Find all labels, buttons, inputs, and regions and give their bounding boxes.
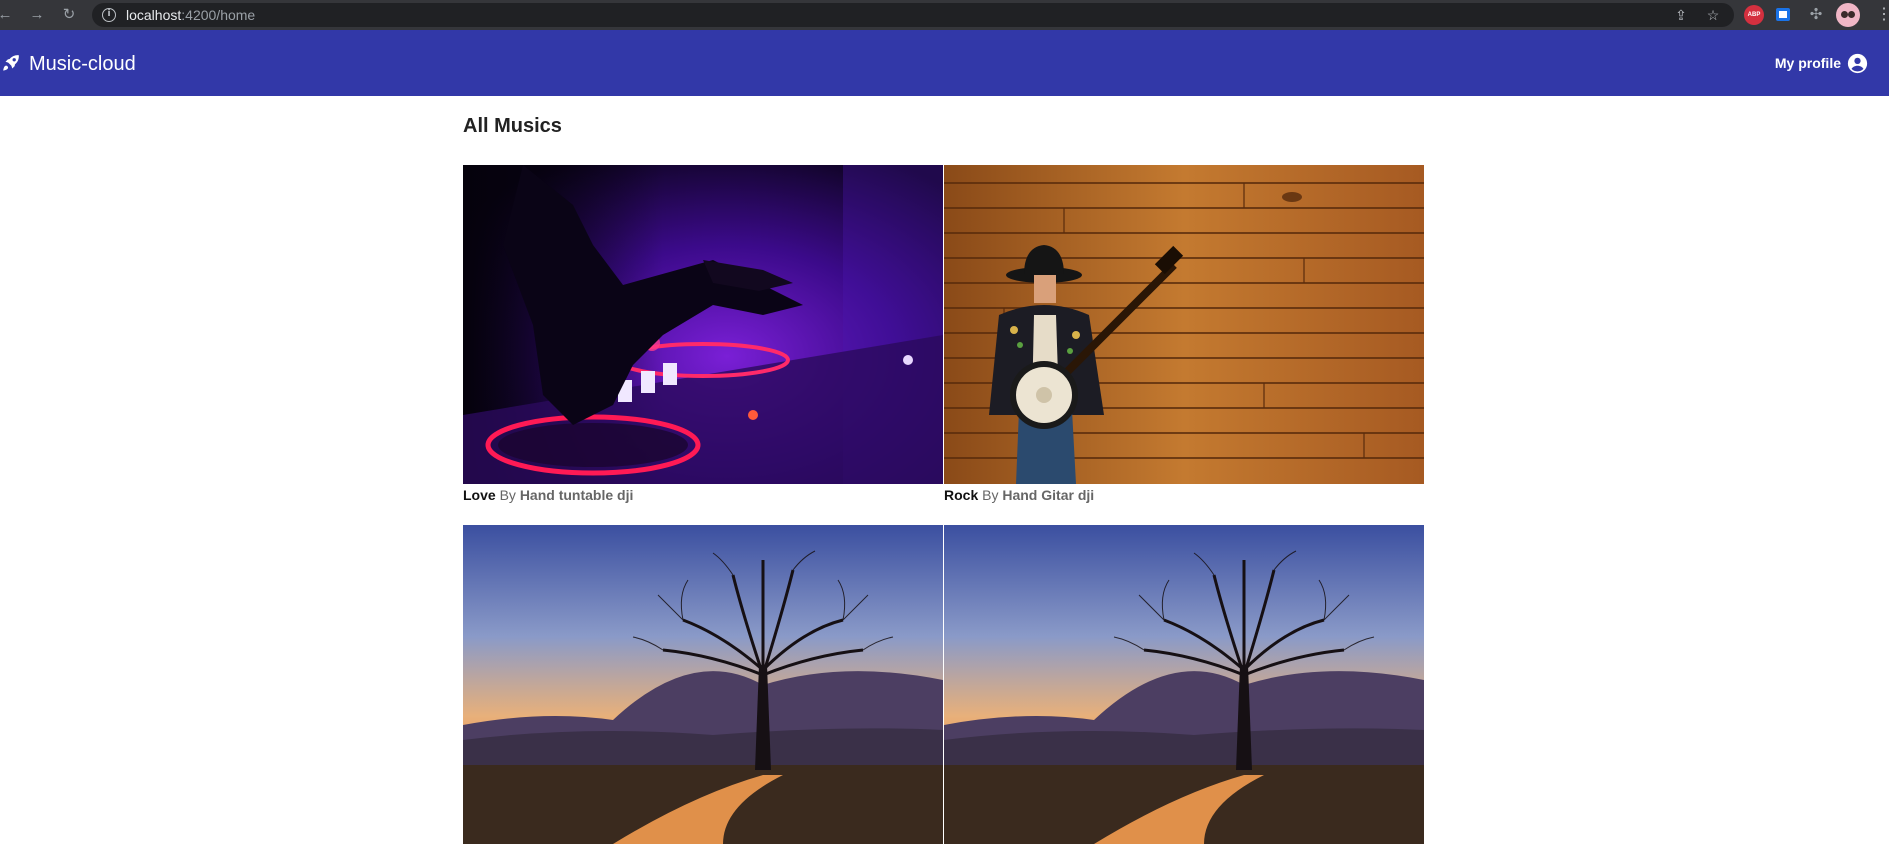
page-title: All Musics	[463, 115, 562, 137]
app-toolbar: Music-cloud My profile	[0, 30, 1889, 96]
site-info-icon[interactable]: i	[102, 8, 116, 22]
artist-name: Hand Gitar dji	[1002, 487, 1095, 503]
song-title[interactable]: Rock	[944, 487, 978, 503]
back-icon[interactable]: ←	[0, 4, 16, 26]
rocket-icon	[3, 55, 19, 71]
artist-name: Hand tuntable dji	[519, 487, 634, 503]
music-card-image[interactable]	[463, 525, 943, 844]
music-card-image[interactable]	[463, 165, 943, 484]
url-path: :4200/home	[181, 7, 256, 23]
song-title[interactable]: Love	[463, 487, 496, 503]
app-title[interactable]: Music-cloud	[29, 53, 136, 75]
my-profile-button[interactable]: My profile	[1775, 52, 1868, 74]
calendar-extension-icon[interactable]	[1774, 5, 1794, 25]
music-card-image[interactable]	[944, 165, 1424, 484]
reload-icon[interactable]: ↻	[58, 4, 80, 26]
browser-profile-avatar[interactable]	[1836, 3, 1860, 27]
browser-toolbar: ← → ↻ i localhost:4200/home ⇪ ☆ ABP ✣ ⋮	[0, 0, 1889, 30]
music-card-caption: Rock By Hand Gitar dji	[944, 487, 1094, 504]
browser-menu-icon[interactable]: ⋮	[1876, 5, 1889, 25]
account-circle-icon	[1847, 53, 1868, 73]
adblock-extension-icon[interactable]: ABP	[1744, 5, 1764, 25]
bookmark-star-icon[interactable]: ☆	[1704, 6, 1722, 24]
extensions-puzzle-icon[interactable]: ✣	[1806, 5, 1826, 25]
music-card-caption: Love By Hand tuntable dji	[463, 487, 633, 504]
share-icon[interactable]: ⇪	[1672, 6, 1690, 24]
by-label: By	[499, 487, 516, 503]
url-host: localhost	[126, 7, 182, 23]
music-card-image[interactable]	[944, 525, 1424, 844]
forward-icon[interactable]: →	[26, 4, 48, 26]
by-label: By	[982, 487, 999, 503]
url-text[interactable]: localhost:4200/home	[126, 7, 255, 23]
profile-label: My profile	[1774, 55, 1841, 71]
address-bar[interactable]: i localhost:4200/home ⇪ ☆	[92, 3, 1734, 27]
